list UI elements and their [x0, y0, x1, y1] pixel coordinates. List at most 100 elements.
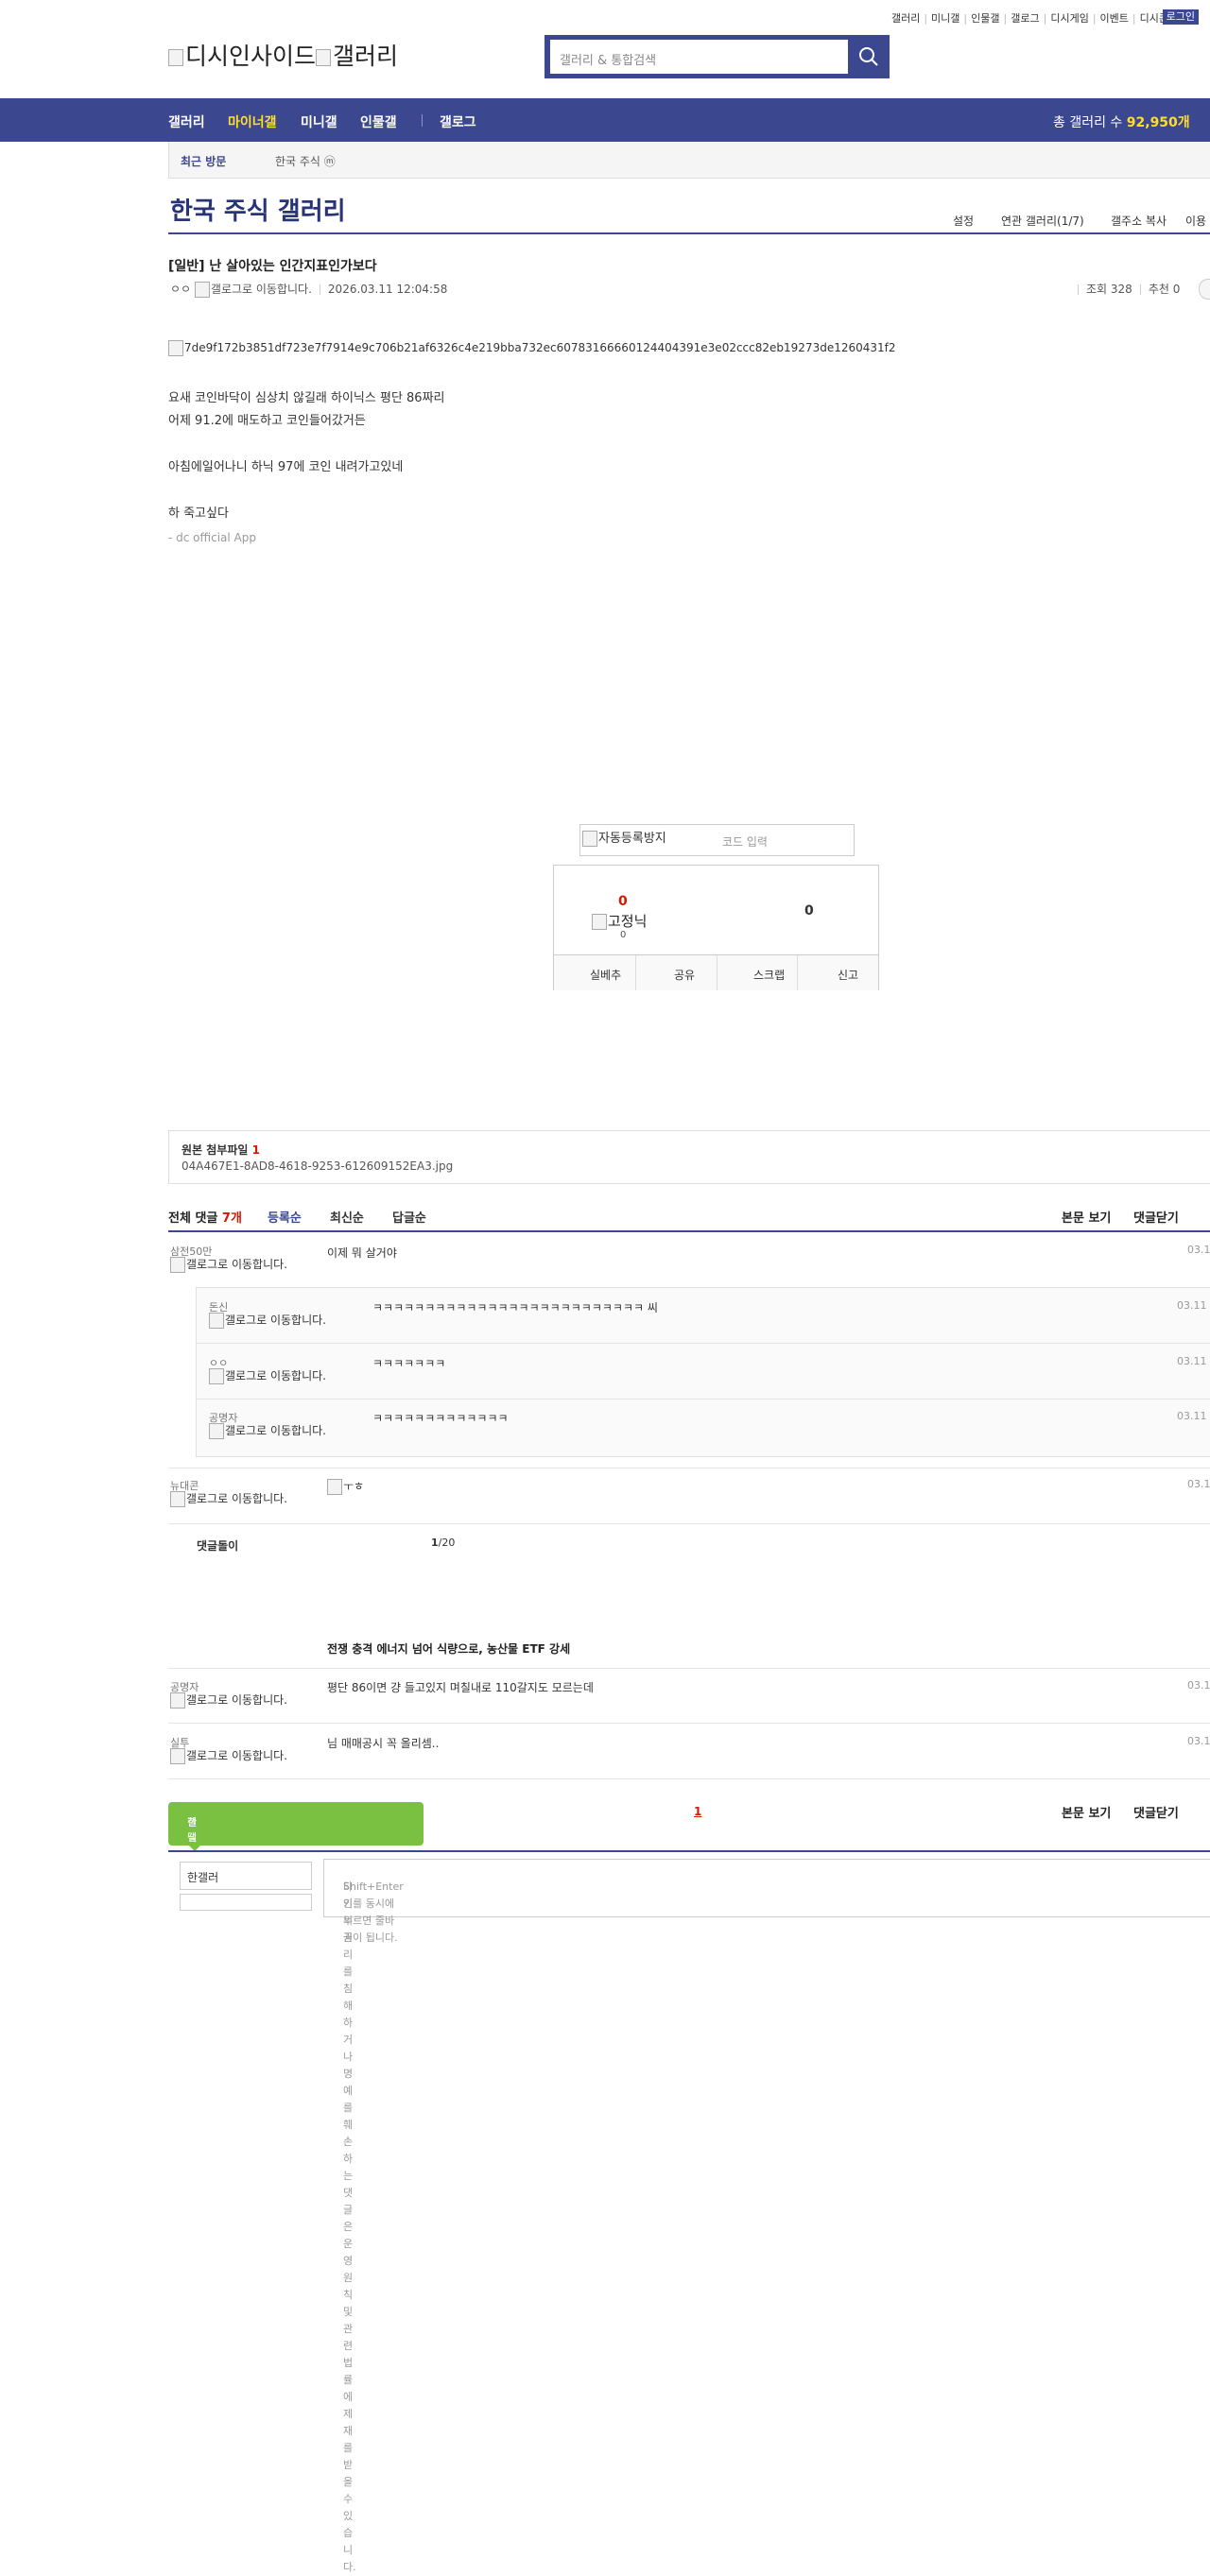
- reply-text: ㅋㅋㅋㅋㅋㅋㅋㅋㅋㅋㅋㅋㅋㅋㅋㅋㅋㅋㅋㅋㅋㅋㅋㅋㅋㅋ 씨: [372, 1301, 658, 1314]
- fixed-nick-recommend[interactable]: 고정닉: [592, 911, 647, 931]
- comment-text: 님 매매공시 꼭 올리셈..: [327, 1737, 440, 1750]
- gallog-icon[interactable]: [194, 282, 210, 298]
- attachment-label: 원본 첨부파일 1: [182, 1143, 260, 1157]
- comment-date: 03.1: [1187, 1679, 1210, 1692]
- broken-image-icon: [582, 831, 597, 847]
- comment-dccon: ㅜㅎ: [327, 1478, 364, 1495]
- gallery-title[interactable]: 한국 주식 갤러리: [170, 192, 346, 227]
- top-link-gallog[interactable]: 갤로그: [1011, 12, 1039, 25]
- main-nav: 갤러리 마이너갤 미니갤 인물갤 갤로그 총 갤러리 수 92,950개: [0, 98, 1210, 142]
- report-button[interactable]: 신고: [838, 967, 858, 983]
- captcha-input[interactable]: 코드 입력: [722, 833, 768, 850]
- top-links: 갤러리 | 미니갤 | 인물갤 | 갤로그 | 디시게임 | 이벤트 | 디시콘: [890, 12, 1168, 25]
- broken-image-icon: [327, 1479, 342, 1495]
- nav-mini-gallery[interactable]: 미니갤: [301, 112, 337, 131]
- more-options-button[interactable]: [1199, 279, 1210, 300]
- broken-image-icon: [592, 914, 607, 930]
- attachment-file[interactable]: 04A467E1-8AD8-4618-9253-612609152EA3.jpg: [182, 1159, 453, 1173]
- search-input[interactable]: 갤러리 & 통합검색: [549, 39, 849, 75]
- copy-address-link[interactable]: 갤주소 복사: [1111, 213, 1167, 229]
- sort-registered[interactable]: 등록순: [268, 1208, 302, 1226]
- reply-text: ㅋㅋㅋㅋㅋㅋㅋ: [372, 1357, 446, 1370]
- gallog-link[interactable]: 갤로그로 이동합니다.: [211, 283, 312, 296]
- broken-image-icon: [170, 1491, 185, 1507]
- search-box: 갤러리 & 통합검색: [544, 35, 890, 78]
- close-comments-button[interactable]: 댓글닫기: [1133, 1208, 1179, 1226]
- comment-gallog-link[interactable]: 갤로그로 이동합니다.: [170, 1257, 293, 1273]
- divider: [168, 1523, 1210, 1524]
- best-recommend-button[interactable]: 실베추: [590, 967, 621, 983]
- reply-gallog-link[interactable]: 갤로그로 이동합니다.: [209, 1423, 332, 1439]
- divider: [168, 1723, 1210, 1724]
- comment-date: 03.1: [1187, 1735, 1210, 1747]
- top-link-mini[interactable]: 미니갤: [931, 12, 959, 25]
- post-views: 조회 328: [1086, 283, 1132, 296]
- password-field[interactable]: [180, 1894, 312, 1911]
- site-logo[interactable]: 디시인사이드 갤러리: [168, 38, 398, 72]
- reply-date: 03.11: [1177, 1410, 1207, 1422]
- nav-person-gallery[interactable]: 인물갤: [360, 112, 397, 131]
- comment-text: 평단 86이면 걍 들고있지 며칠내로 110갈지도 모르는데: [327, 1681, 594, 1694]
- gallery-settings-link[interactable]: 설정: [953, 213, 974, 229]
- broken-image-icon: [170, 1748, 185, 1764]
- broken-image-icon: [209, 1423, 224, 1439]
- login-button[interactable]: 로그인: [1162, 9, 1199, 25]
- post-line-4: 하 죽고싶다: [168, 507, 229, 521]
- recommend-actions: 실베추 공유 스크랩 신고: [554, 954, 878, 990]
- comment-date: 03.1: [1187, 1478, 1210, 1490]
- divider: [168, 1668, 1210, 1669]
- post-author[interactable]: ㅇㅇ: [170, 283, 191, 296]
- comment-textarea[interactable]: 타인의 권리를 침해하거나 명예를 훼손하는 댓글은 운영원칙 및 관련 법률에…: [323, 1859, 1210, 2573]
- top-link-gallery[interactable]: 갤러리: [891, 12, 920, 25]
- top-link-event[interactable]: 이벤트: [1100, 12, 1129, 25]
- comment-gallog-link[interactable]: 갤로그로 이동합니다.: [170, 1692, 293, 1709]
- nickname-field[interactable]: 한갤러: [180, 1862, 312, 1890]
- reply-gallog-link[interactable]: 갤로그로 이동합니다.: [209, 1368, 332, 1384]
- reply-list: [196, 1287, 1210, 1457]
- post-recommend-count: 추천 0: [1148, 283, 1181, 296]
- nav-gallery[interactable]: 갤러리: [168, 112, 205, 131]
- recommend-up-count: 0: [618, 894, 628, 909]
- post-stats: 조회 328 추천 0: [1070, 281, 1180, 297]
- search-icon: [859, 47, 878, 66]
- top-link-person[interactable]: 인물갤: [971, 12, 999, 25]
- ad-headline[interactable]: 전쟁 충격 에너지 넘어 식량으로, 농산물 ETF 강세: [327, 1640, 570, 1657]
- nav-gallog[interactable]: 갤로그: [440, 112, 476, 131]
- reply-date: 03.11: [1177, 1299, 1207, 1312]
- related-galleries-link[interactable]: 연관 갤러리(1/7): [1001, 213, 1084, 229]
- comments-top-line: [168, 1230, 1210, 1232]
- comment-gallog-link[interactable]: 갤로그로 이동합니다.: [170, 1491, 293, 1507]
- comment-text: 이제 뭐 살거야: [327, 1246, 397, 1260]
- broken-image-icon: [168, 49, 183, 66]
- sort-latest[interactable]: 최신순: [330, 1208, 364, 1226]
- view-post-button-bottom[interactable]: 본문 보기: [1062, 1803, 1111, 1821]
- reply-gallog-link[interactable]: 갤로그로 이동합니다.: [209, 1313, 332, 1329]
- recent-visits: 최근 방문 한국 주식 ⓜ: [168, 142, 1210, 179]
- scrap-button[interactable]: 스크랩: [753, 967, 785, 983]
- captcha-box: 자동등록방지 코드 입력: [579, 824, 855, 856]
- share-button[interactable]: 공유: [674, 967, 695, 983]
- nickname-tooltip: 한갤러는 갤러리에서 권장하는 비회원 전용 갤닉네임입니다. (삭제 시 닉네임…: [168, 1802, 424, 2086]
- broken-image-icon: [170, 1692, 185, 1709]
- recent-visit-item[interactable]: 한국 주식 ⓜ: [275, 153, 336, 169]
- usage-link[interactable]: 이용: [1185, 213, 1206, 229]
- post-line-2: 어제 91.2에 매도하고 코인들어갔거든: [168, 414, 366, 428]
- divider: [197, 1399, 1210, 1400]
- top-links-bar: 갤러리 | 미니갤 | 인물갤 | 갤로그 | 디시게임 | 이벤트 | 디시콘: [0, 9, 1210, 26]
- nav-minor-gallery[interactable]: 마이너갤: [228, 112, 277, 131]
- view-post-button[interactable]: 본문 보기: [1062, 1208, 1111, 1226]
- comment-page-1[interactable]: 1: [694, 1805, 701, 1818]
- sort-replies[interactable]: 답글순: [392, 1208, 426, 1226]
- divider: [197, 1343, 1210, 1344]
- post-date: 2026.03.11 12:04:58: [327, 283, 448, 296]
- close-comments-button-bottom[interactable]: 댓글닫기: [1133, 1803, 1179, 1821]
- reply-text: ㅋㅋㅋㅋㅋㅋㅋㅋㅋㅋㅋㅋㅋ: [372, 1412, 509, 1425]
- top-link-game[interactable]: 디시게임: [1050, 12, 1088, 25]
- broken-image-icon: [209, 1313, 224, 1329]
- post-meta: ㅇㅇ 갤로그로 이동합니다. 2026.03.11 12:04:58: [170, 281, 447, 298]
- comment-bot-label[interactable]: 댓글돌이: [197, 1537, 238, 1554]
- comment-gallog-link[interactable]: 갤로그로 이동합니다.: [170, 1748, 293, 1764]
- search-button[interactable]: [848, 35, 890, 78]
- broken-image-icon: [316, 49, 332, 66]
- post-title: [일반] 난 살아있는 인간지표인가보다: [168, 259, 377, 274]
